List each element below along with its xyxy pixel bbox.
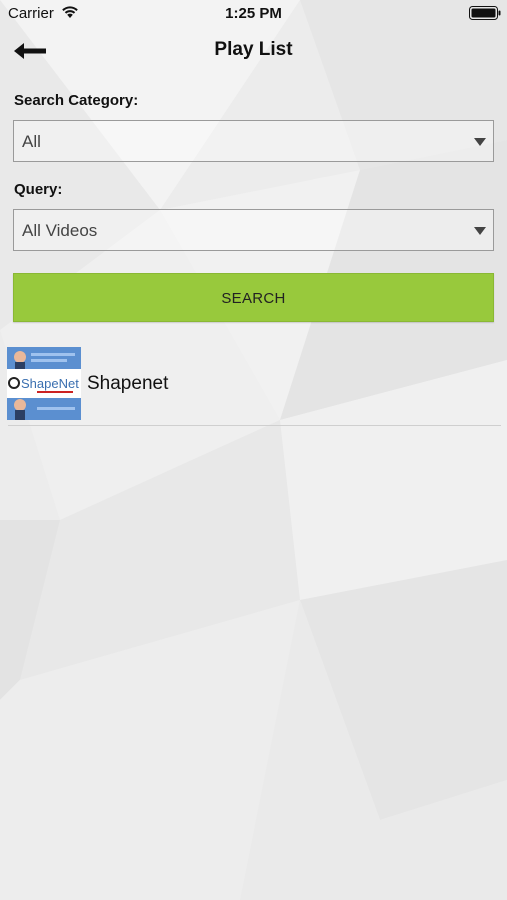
list-item[interactable]: ShapeNet Shapenet [0, 344, 507, 426]
battery-icon [469, 6, 501, 20]
status-bar: Carrier 1:25 PM [0, 0, 507, 28]
status-time: 1:25 PM [225, 5, 282, 22]
search-button[interactable]: SEARCH [13, 273, 494, 322]
page-title: Play List [214, 39, 293, 60]
search-button-label: SEARCH [221, 290, 286, 307]
video-thumbnail: ShapeNet [7, 347, 81, 420]
caret-down-icon [474, 138, 486, 146]
search-category-value: All [22, 132, 41, 151]
list-item-title: Shapenet [87, 373, 169, 394]
query-label: Query: [14, 181, 63, 198]
query-value: All Videos [22, 221, 98, 240]
caret-down-icon [474, 227, 486, 235]
list-divider [8, 425, 501, 426]
search-category-select[interactable]: All [13, 120, 494, 162]
thumbnail-logo-text: ShapeNet [21, 376, 79, 391]
query-select[interactable]: All Videos [13, 209, 494, 251]
search-category-label: Search Category: [14, 92, 139, 109]
